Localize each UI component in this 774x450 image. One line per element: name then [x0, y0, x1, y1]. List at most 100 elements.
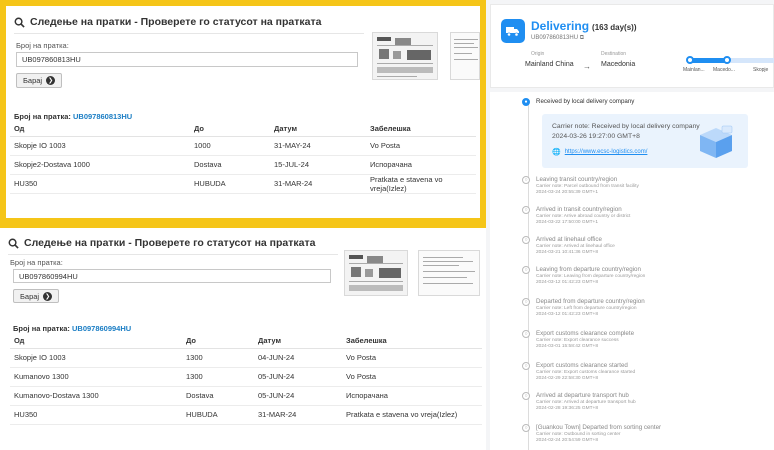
event-note: Carrier note: Arrived at linehaul office — [536, 244, 615, 249]
event-note: Carrier note: Left from departure countr… — [536, 306, 637, 311]
event-date: 2024-02-24 20:54:59 GMT+8 — [536, 438, 599, 443]
tracking-detail-pane: Delivering (163 day(s)) UB097860813HU ⧉ O… — [486, 0, 774, 450]
panel-title-text: Следење на пратки - Проверете го статусо… — [24, 237, 316, 249]
event-title: Leaving transit country/region — [536, 176, 618, 183]
event-date: 2024-03-12 01:42:23 GMT+8 — [536, 312, 599, 317]
table-cell: Skopje IO 1003 — [10, 348, 182, 368]
event-date: 2024-03-01 15:58:42 GMT+8 — [536, 344, 599, 349]
column-header: Забелешка — [342, 334, 482, 349]
table-cell: HUBUDA — [190, 174, 270, 194]
table-cell: HUBUDA — [182, 405, 254, 425]
column-header: До — [182, 334, 254, 349]
tracking-panel-1: Следење на пратки - Проверете го статусо… — [6, 6, 480, 218]
event-date: 2024-03-24 20:55:39 GMT+1 — [536, 190, 599, 195]
latest-event-detail: Carrier note: Received by local delivery… — [542, 114, 748, 168]
table-cell: 05-JUN-24 — [254, 386, 342, 406]
tracking-number-prefix: Број на пратка: — [14, 112, 71, 121]
route-progress-bar — [686, 56, 774, 64]
table-cell: 1300 — [182, 348, 254, 368]
progress-node — [723, 56, 731, 64]
search-button[interactable]: Барај ❯ — [16, 73, 63, 88]
status-text: Delivering — [531, 19, 590, 33]
column-header: Од — [10, 334, 182, 349]
column-header: До — [190, 122, 270, 137]
origin-label: Origin — [531, 51, 545, 57]
tracking-number-line: Број на пратка: UB097860813HU — [14, 112, 132, 121]
column-header: Забелешка — [366, 122, 476, 137]
current-event-icon: ● — [522, 98, 530, 106]
event-title: Export customs clearance complete — [536, 330, 635, 337]
carrier-website-link[interactable]: 🌐 https://www.ecsc-logistics.com/ — [552, 148, 647, 156]
document-image-thumbnail[interactable] — [418, 250, 480, 296]
divider — [8, 254, 338, 255]
table-row: Skopje IO 1003 1000 31-MAY-24 Vo Posta — [10, 136, 476, 156]
table-cell: 1000 — [190, 136, 270, 156]
event-note: Carrier note: Export clearance success — [536, 338, 619, 343]
detail-date: 2024-03-26 19:27:00 GMT+8 — [552, 133, 640, 140]
table-cell: Dostava — [190, 155, 270, 175]
table-cell: 05-JUN-24 — [254, 367, 342, 387]
table-cell: Pratkata e stavena vo vreja(Izlez) — [342, 405, 482, 425]
table-row: HU350 HUBUDA 31-MAR-24 Pratkata e stavena v… — [10, 174, 476, 194]
detail-note: Carrier note: Received by local delivery… — [552, 123, 700, 130]
table-cell: Vo Posta — [342, 348, 482, 368]
search-icon — [14, 17, 25, 28]
tracking-table: Од До Датум Забелешка Skopje IO 1003 1000 31-… — [10, 122, 476, 194]
panel-title: Следење на пратки - Проверете го статусо… — [14, 16, 322, 28]
event-title: Export customs clearance started — [536, 362, 628, 369]
table-row: Kumanovo 1300 1300 05-JUN-24 Vo Posta — [10, 367, 482, 387]
event-note: Carrier note: Arrive abroad country or d… — [536, 214, 631, 219]
event-dot-icon: ○ — [522, 206, 530, 214]
tracking-number-input[interactable]: UB097860994HU — [13, 269, 331, 283]
parcel-box-icon — [700, 125, 733, 158]
event-dot-icon: ○ — [522, 266, 530, 274]
copy-icon[interactable]: ⧉ — [580, 35, 584, 41]
label-image-thumbnail[interactable] — [372, 32, 438, 80]
table-row: Kumanovo-Dostava 1300 Dostava 05-JUN-24 Исп… — [10, 386, 482, 406]
event-note: Carrier note: Export customs clearance s… — [536, 370, 636, 375]
event-dot-icon: ○ — [522, 362, 530, 370]
tracking-number[interactable]: UB097860813HU ⧉ — [531, 35, 584, 42]
tracking-number-link[interactable]: UB097860994HU — [72, 324, 131, 333]
globe-icon: 🌐 — [552, 149, 561, 156]
search-button[interactable]: Барај ❯ — [13, 289, 60, 303]
panel-title: Следење на пратки - Проверете го статусо… — [8, 237, 316, 249]
tracking-panel-2: Следење на пратки - Проверете го статусо… — [0, 228, 486, 450]
event-note: Carrier note: Leaving from departure cou… — [536, 274, 646, 279]
field-label: Број на пратка: — [16, 41, 69, 50]
event-dot-icon: ○ — [522, 330, 530, 338]
event-title: Received by local delivery company — [536, 98, 635, 105]
table-cell: Dostava — [182, 386, 254, 406]
table-row: Skopje2-Dostava 1000 Dostava 15-JUL-24 Испо… — [10, 155, 476, 175]
event-date: 2024-03-21 10:41:36 GMT+8 — [536, 250, 599, 255]
tracking-number-prefix: Број на пратка: — [13, 324, 70, 333]
event-note: Carrier note: Arrived at departure trans… — [536, 400, 636, 405]
shipment-status: Delivering (163 day(s)) — [531, 19, 637, 33]
table-cell: Испорачана — [342, 386, 482, 406]
event-note: Carrier note: Outbound in sorting center — [536, 432, 621, 437]
tracking-number-input[interactable]: UB097860813HU — [16, 52, 358, 67]
days-in-transit: (163 day(s)) — [592, 23, 637, 32]
event-dot-icon: ○ — [522, 392, 530, 400]
truck-icon — [501, 19, 525, 43]
event-dot-icon: ○ — [522, 424, 530, 432]
table-cell: 31-MAY-24 — [270, 136, 366, 156]
table-cell: 04-JUN-24 — [254, 348, 342, 368]
carrier-website-text: https://www.ecsc-logistics.com/ — [564, 149, 648, 155]
event-dot-icon: ○ — [522, 176, 530, 184]
table-cell: Kumanovo-Dostava 1300 — [10, 386, 182, 406]
table-row: Skopje IO 1003 1300 04-JUN-24 Vo Posta — [10, 348, 482, 368]
table-cell: Skopje IO 1003 — [10, 136, 190, 156]
table-cell: 1300 — [182, 367, 254, 387]
event-title: Arrived at departure transport hub — [536, 392, 629, 399]
label-image-thumbnail[interactable] — [344, 250, 408, 296]
table-cell: HU350 — [10, 405, 182, 425]
document-image-thumbnail[interactable] — [450, 32, 480, 80]
event-date: 2024-03-12 01:42:23 GMT+8 — [536, 280, 599, 285]
table-cell: 31-MAR-24 — [270, 174, 366, 194]
shipment-summary-card: Delivering (163 day(s)) UB097860813HU ⧉ O… — [490, 4, 774, 88]
column-header: Од — [10, 122, 190, 137]
tracking-number-link[interactable]: UB097860813HU — [73, 112, 132, 121]
event-title: Departed from departure country/region — [536, 298, 645, 305]
column-header: Датум — [254, 334, 342, 349]
